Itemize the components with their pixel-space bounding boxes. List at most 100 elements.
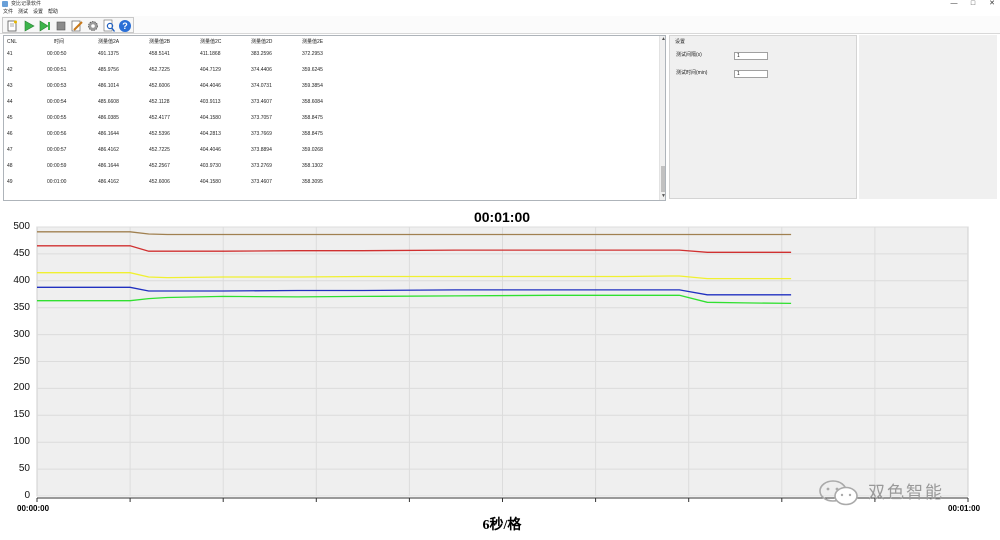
table-cell: 359.0268 — [302, 147, 323, 153]
y-tick-label: 500 — [13, 221, 30, 232]
y-tick-label: 400 — [13, 274, 30, 286]
column-header: 测量值2B — [149, 39, 171, 45]
app-window: 变比记录软件 — □ ✕ 文件 测试 设置 帮助 ? CNL 时间 测量值2A … — [0, 0, 1000, 540]
table-cell: 374.4406 — [251, 67, 272, 73]
maximize-button[interactable]: □ — [965, 0, 981, 9]
column-header: 测量值2D — [251, 39, 273, 45]
column-header: 测量值2E — [302, 39, 324, 45]
table-row[interactable]: 47 00:00:57 486.4162 452.7225 404.4046 3… — [4, 147, 658, 163]
table-cell: 404.2813 — [200, 131, 221, 137]
column-header: 测量值2C — [200, 39, 222, 45]
table-cell: 373.4607 — [251, 179, 272, 185]
table-cell: 404.4046 — [200, 83, 221, 89]
table-cell: 373.7057 — [251, 115, 272, 121]
table-cell: 00:00:54 — [47, 99, 67, 105]
help-icon[interactable]: ? — [118, 19, 132, 33]
table-cell: 404.7129 — [200, 67, 221, 73]
toolbar: ? — [0, 16, 1000, 34]
column-header: 测量值2A — [98, 39, 120, 45]
table-scrollbar[interactable]: ▲ ▼ — [659, 36, 665, 200]
wechat-icon — [819, 480, 858, 506]
table-row[interactable]: 44 00:00:54 485.6608 452.1128 403.9113 3… — [4, 99, 658, 115]
chart-area: 00:01:00 0 50 100 150 200 250 300 350 400 450 500 … — [0, 202, 1000, 540]
table-cell: 43 — [7, 83, 13, 89]
line-chart — [36, 226, 969, 502]
menu-test[interactable]: 测试 — [18, 9, 28, 16]
table-cell: 00:00:51 — [47, 67, 67, 73]
minimize-button[interactable]: — — [946, 0, 962, 9]
menu-file[interactable]: 文件 — [3, 9, 13, 16]
table-cell: 404.1580 — [200, 115, 221, 121]
table-cell: 452.6006 — [149, 179, 170, 185]
table-cell: 48 — [7, 163, 13, 169]
table-cell: 403.9113 — [200, 99, 221, 105]
menu-help[interactable]: 帮助 — [48, 9, 58, 16]
close-button[interactable]: ✕ — [984, 0, 1000, 9]
window-title: 变比记录软件 — [11, 1, 42, 7]
blank-panel — [859, 35, 997, 199]
svg-text:?: ? — [122, 21, 128, 31]
watermark-text: 双色智能 — [868, 483, 944, 503]
table-cell: 49 — [7, 179, 13, 185]
table-cell: 404.1580 — [200, 179, 221, 185]
duration-label: 测试时间(min) — [676, 70, 708, 76]
y-tick-label: 0 — [24, 490, 30, 501]
y-tick-label: 300 — [13, 328, 30, 340]
y-tick-label: 100 — [13, 436, 30, 448]
table-cell: 452.6006 — [149, 83, 170, 89]
table-cell: 00:00:56 — [47, 131, 67, 137]
watermark: 双色智能 — [818, 480, 978, 506]
search-icon[interactable] — [102, 19, 116, 33]
table-row[interactable]: 48 00:00:59 486.1644 452.2567 403.9730 3… — [4, 163, 658, 179]
table-cell: 452.2567 — [149, 163, 170, 169]
edit-icon[interactable] — [70, 19, 84, 33]
table-row[interactable]: 49 00:01:00 486.4162 452.6006 404.1580 3… — [4, 179, 658, 195]
table-cell: 358.3095 — [302, 179, 323, 185]
play-icon[interactable] — [22, 19, 36, 33]
column-header: CNL — [7, 39, 18, 45]
y-tick-label: 250 — [13, 355, 30, 367]
scroll-up-icon[interactable]: ▲ — [660, 36, 665, 43]
table-cell: 358.1302 — [302, 163, 323, 169]
table-cell: 372.2953 — [302, 51, 323, 57]
table-cell: 00:00:55 — [47, 115, 67, 121]
table-cell: 373.7669 — [251, 131, 272, 137]
interval-input[interactable]: 1 — [734, 52, 768, 60]
table-cell: 452.7225 — [149, 67, 170, 73]
table-cell: 42 — [7, 67, 13, 73]
table-cell: 374.0731 — [251, 83, 272, 89]
menu-bar: 文件 测试 设置 帮助 — [0, 9, 1000, 16]
scroll-down-icon[interactable]: ▼ — [660, 193, 665, 200]
table-cell: 373.4607 — [251, 99, 272, 105]
table-cell: 00:00:59 — [47, 163, 67, 169]
column-header: 时间 — [54, 39, 65, 45]
table-row[interactable]: 45 00:00:55 486.0385 452.4177 404.1580 3… — [4, 115, 658, 131]
table-row[interactable]: 46 00:00:56 486.1644 452.5396 404.2813 3… — [4, 131, 658, 147]
table-cell: 486.0385 — [98, 115, 119, 121]
stop-icon[interactable] — [54, 19, 68, 33]
table-cell: 452.1128 — [149, 99, 170, 105]
table-cell: 485.9756 — [98, 67, 119, 73]
table-cell: 486.1644 — [98, 131, 119, 137]
data-table: CNL 时间 测量值2A 测量值2B 测量值2C 测量值2D 测量值2E 41 … — [3, 35, 666, 201]
gear-icon[interactable] — [86, 19, 100, 33]
app-icon — [2, 1, 8, 7]
table-cell: 486.4162 — [98, 179, 119, 185]
duration-input[interactable]: 1 — [734, 70, 768, 78]
table-cell: 44 — [7, 99, 13, 105]
table-cell: 411.1868 — [200, 51, 221, 57]
table-cell: 403.9730 — [200, 163, 221, 169]
new-file-icon[interactable] — [5, 19, 19, 33]
table-row[interactable]: 41 00:00:50 491.1375 458.5141 411.1868 3… — [4, 51, 658, 67]
table-row[interactable]: 43 00:00:53 486.1014 452.6006 404.4046 3… — [4, 83, 658, 99]
x-axis-label: 6秒/格 — [482, 518, 522, 533]
table-cell: 45 — [7, 115, 13, 121]
table-cell: 358.8475 — [302, 131, 323, 137]
menu-settings[interactable]: 设置 — [33, 9, 43, 16]
table-cell: 491.1375 — [98, 51, 119, 57]
y-tick-label: 350 — [13, 301, 30, 313]
x-tick-start: 00:00:00 — [17, 504, 50, 513]
step-play-icon[interactable] — [38, 19, 52, 33]
table-row[interactable]: 42 00:00:51 485.9756 452.7225 404.7129 3… — [4, 67, 658, 83]
scroll-thumb[interactable] — [661, 166, 665, 192]
